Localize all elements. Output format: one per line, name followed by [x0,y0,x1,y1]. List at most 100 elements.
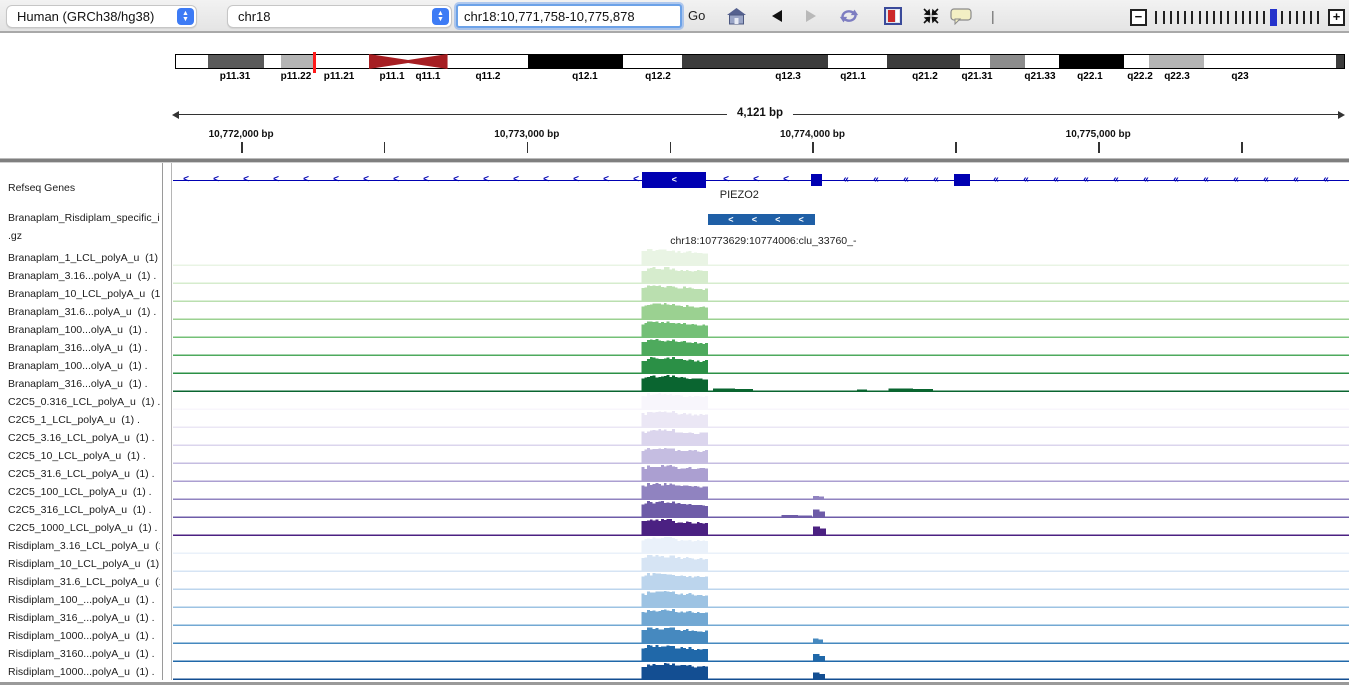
coverage-track-row[interactable] [173,536,1349,554]
back-arrow-icon[interactable] [766,6,788,26]
zoom-tick[interactable] [1177,11,1179,24]
bottom-separator-line[interactable] [0,682,1349,685]
chromosome-band [828,55,888,68]
chromosome-ideogram[interactable] [175,54,1345,69]
select-stepper-icon: ▲▼ [177,8,194,25]
track-label-coverage[interactable]: Branaplam_3.16...polyA_u (1) . [8,270,160,282]
zoom-in-button[interactable]: + [1328,9,1345,26]
coverage-track-row[interactable] [173,392,1349,410]
track-label-coverage[interactable]: Branaplam_316...olyA_u (1) . [8,378,160,390]
zoom-tick[interactable] [1303,11,1305,24]
coverage-track-row[interactable] [173,320,1349,338]
comment-bubble-icon[interactable] [950,6,972,26]
track-label-coverage[interactable]: Risdiplam_1000...polyA_u (1) . [8,666,160,678]
coverage-track-row[interactable] [173,572,1349,590]
zoom-tick[interactable] [1170,11,1172,24]
zoom-tick[interactable] [1213,11,1215,24]
track-label-coverage[interactable]: Branaplam_10_LCL_polyA_u (1) [8,288,160,300]
coverage-track-row[interactable] [173,590,1349,608]
forward-arrow-icon[interactable] [800,6,822,26]
track-label-coverage[interactable]: Risdiplam_3160...polyA_u (1) . [8,648,160,660]
coverage-track-row[interactable] [173,626,1349,644]
zoom-tick[interactable] [1242,11,1244,24]
strand-chevron-icon: < [799,215,804,224]
zoom-out-button[interactable]: − [1130,9,1147,26]
coverage-track-row[interactable] [173,662,1349,680]
strand-chevron-icon: < [633,175,639,185]
zoom-tick[interactable] [1155,11,1157,24]
coverage-track-row[interactable] [173,266,1349,284]
zoom-tick[interactable] [1163,11,1165,24]
zoom-slider-thumb[interactable] [1270,9,1277,26]
refseq-gene-track[interactable]: <<<<<<<<<<<<<<<<<<<««««««««««««««««<PIEZ… [173,163,1349,205]
track-label-coverage[interactable]: C2C5_3.16_LCL_polyA_u (1) . [8,432,160,444]
zoom-tick[interactable] [1249,11,1251,24]
zoom-tick[interactable] [1206,11,1208,24]
coverage-track-row[interactable] [173,554,1349,572]
zoom-tick[interactable] [1281,11,1283,24]
gene-exon[interactable] [954,174,970,186]
coverage-track-row[interactable] [173,338,1349,356]
track-label-junctions[interactable]: .gz [8,230,160,242]
coverage-track-row[interactable] [173,284,1349,302]
track-label-coverage[interactable]: Risdiplam_316_...polyA_u (1) . [8,612,160,624]
coverage-track-row[interactable] [173,374,1349,392]
zoom-tick[interactable] [1310,11,1312,24]
gene-exon[interactable] [811,174,822,186]
coverage-track-row[interactable] [173,410,1349,428]
coverage-track-row[interactable] [173,482,1349,500]
track-label-coverage[interactable]: C2C5_31.6_LCL_polyA_u (1) . [8,468,160,480]
zoom-tick-strip[interactable] [1153,9,1322,26]
track-label-coverage[interactable]: Risdiplam_31.6_LCL_polyA_u (1 [8,576,160,588]
coverage-track-row[interactable] [173,356,1349,374]
track-label-coverage[interactable]: Branaplam_100...olyA_u (1) . [8,360,160,372]
track-data-panel[interactable]: <<<<<<<<<<<<<<<<<<<««««««««««««««««<PIEZ… [171,163,1349,680]
coverage-track-row[interactable] [173,644,1349,662]
coverage-track-row[interactable] [173,518,1349,536]
coverage-track-row[interactable] [173,608,1349,626]
go-button[interactable]: Go [688,8,705,23]
track-label-coverage[interactable]: Branaplam_1_LCL_polyA_u (1) . [8,252,160,264]
track-label-coverage[interactable]: Risdiplam_1000...polyA_u (1) . [8,630,160,642]
zoom-tick[interactable] [1227,11,1229,24]
zoom-tick[interactable] [1289,11,1291,24]
zoom-tick[interactable] [1235,11,1237,24]
zoom-tick[interactable] [1256,11,1258,24]
locus-input[interactable]: chr18:10,771,758-10,775,878 [456,4,682,28]
coverage-track-row[interactable] [173,302,1349,320]
zoom-tick[interactable] [1199,11,1201,24]
zoom-tick[interactable] [1191,11,1193,24]
home-icon[interactable] [725,6,747,26]
zoom-tick[interactable] [1296,11,1298,24]
coverage-track-row[interactable] [173,464,1349,482]
genome-select[interactable]: Human (GRCh38/hg38) ▲▼ [6,5,197,28]
zoom-tick[interactable] [1263,11,1265,24]
region-navigator-icon[interactable] [882,6,904,26]
coverage-track-row[interactable] [173,248,1349,266]
track-label-coverage[interactable]: Branaplam_316...olyA_u (1) . [8,342,160,354]
junction-track[interactable]: <<<<chr18:10773629:10774006:clu_33760_- [173,205,1349,248]
track-label-coverage[interactable]: C2C5_1_LCL_polyA_u (1) . [8,414,160,426]
refresh-icon[interactable] [838,6,860,26]
ruler-tick [241,142,243,153]
zoom-tick[interactable] [1184,11,1186,24]
track-label-coverage[interactable]: C2C5_0.316_LCL_polyA_u (1) . [8,396,160,408]
track-label-coverage[interactable]: C2C5_316_LCL_polyA_u (1) . [8,504,160,516]
track-label-coverage[interactable]: Risdiplam_10_LCL_polyA_u (1) . [8,558,160,570]
track-label-coverage[interactable]: Risdiplam_100_...polyA_u (1) . [8,594,160,606]
track-label-junctions[interactable]: Branaplam_Risdiplam_specific_int [8,212,160,224]
track-label-coverage[interactable]: Risdiplam_3.16_LCL_polyA_u (1 [8,540,160,552]
zoom-tick[interactable] [1317,11,1319,24]
track-label-coverage[interactable]: C2C5_10_LCL_polyA_u (1) . [8,450,160,462]
track-label-refseq-genes[interactable]: Refseq Genes [8,182,160,194]
coverage-track-row[interactable] [173,446,1349,464]
coverage-track-row[interactable] [173,500,1349,518]
track-label-coverage[interactable]: C2C5_100_LCL_polyA_u (1) . [8,486,160,498]
track-label-coverage[interactable]: Branaplam_31.6...polyA_u (1) . [8,306,160,318]
track-label-coverage[interactable]: Branaplam_100...olyA_u (1) . [8,324,160,336]
fit-to-window-icon[interactable] [920,6,942,26]
chromosome-select[interactable]: chr18 ▲▼ [227,5,452,28]
track-label-coverage[interactable]: C2C5_1000_LCL_polyA_u (1) . [8,522,160,534]
coverage-track-row[interactable] [173,428,1349,446]
zoom-tick[interactable] [1220,11,1222,24]
